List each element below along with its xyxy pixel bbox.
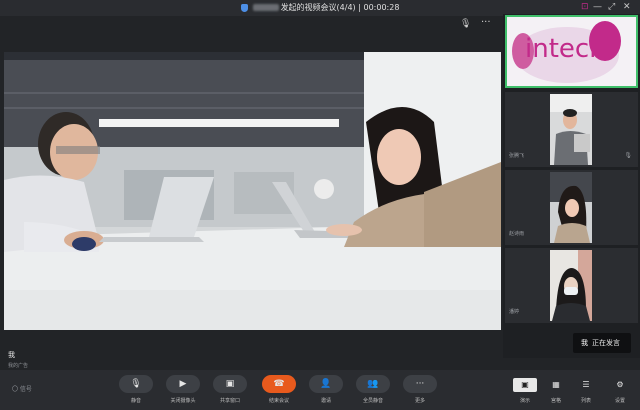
mute-all-label: 全员静音	[362, 398, 383, 404]
participant-name: 潘婷	[509, 309, 520, 315]
mute-button[interactable]: 🎙 静音	[118, 375, 154, 407]
mute-label: 静音	[130, 398, 141, 404]
self-subtitle: 我的广告	[8, 363, 29, 369]
grid-layout-icon: ▦	[552, 380, 560, 389]
camera-off-label: 关闭摄像头	[170, 398, 196, 404]
share-window-label: 共享窗口	[219, 398, 240, 404]
participant-tile[interactable]: 张腾飞 🎙	[505, 92, 638, 167]
more-label: 更多	[414, 398, 425, 404]
end-meeting-label: 结束会议	[268, 398, 289, 404]
logo-text: intech	[525, 34, 606, 64]
meeting-title: 发起的视频会议(4/4) | 00:00:28	[0, 2, 640, 13]
main-video-scene	[4, 52, 501, 330]
participant-name: 赵诗雨	[509, 231, 525, 237]
speaker-name: 我	[581, 339, 588, 347]
participant-video	[550, 172, 592, 243]
share-screen-icon: ▣	[213, 375, 247, 393]
users-icon: 👥	[356, 375, 390, 393]
camera-icon: ▶	[166, 375, 200, 393]
signal-indicator: 〇 信号	[12, 386, 32, 393]
title-separator: |	[358, 3, 361, 12]
self-name: 我	[8, 351, 15, 359]
minimize-icon[interactable]: —	[593, 2, 602, 12]
meeting-timer: 00:00:28	[363, 3, 400, 12]
restore-icon[interactable]: ⤢	[608, 2, 615, 12]
participant-name: 张腾飞	[509, 153, 525, 159]
add-user-icon: 👤	[309, 375, 343, 393]
more-options-icon[interactable]: ···	[481, 17, 491, 28]
mic-icon: 🎙	[624, 152, 632, 159]
microphone-icon: 🎙	[119, 375, 153, 393]
list-view-button[interactable]: ☰ 列表	[572, 378, 600, 406]
pin-icon[interactable]: ⊡	[581, 2, 589, 12]
invite-label: 邀请	[320, 398, 331, 404]
presenter-view-button[interactable]: ▣ 演示	[511, 378, 539, 406]
mic-icon[interactable]: 🎙	[460, 19, 471, 29]
presenter-view-label: 演示	[519, 398, 530, 404]
participant-tile[interactable]: 潘婷	[505, 248, 638, 323]
share-window-button[interactable]: ▣ 共享窗口	[212, 375, 248, 407]
close-icon[interactable]: ✕	[623, 2, 631, 12]
hang-up-icon: ☎	[262, 375, 296, 393]
participant-tile[interactable]: 赵诗雨	[505, 170, 638, 245]
grid-view-label: 宫格	[550, 398, 561, 404]
end-meeting-button[interactable]: ☎ 结束会议	[261, 375, 297, 407]
title-text: 发起的视频会议(4/4)	[280, 3, 356, 12]
ellipsis-icon: ···	[403, 375, 437, 393]
speaking-indicator: 我正在发言	[573, 333, 631, 353]
more-button[interactable]: ··· 更多	[402, 375, 438, 407]
screen-share-thumbnail[interactable]: intech	[505, 15, 638, 88]
redacted-name	[252, 4, 279, 11]
camera-off-button[interactable]: ▶ 关闭摄像头	[165, 375, 201, 407]
list-view-label: 列表	[580, 398, 591, 404]
gear-icon: ⚙	[616, 380, 624, 389]
shield-icon	[240, 3, 248, 12]
presenter-layout-icon: ▣	[513, 378, 537, 392]
list-layout-icon: ☰	[582, 380, 590, 389]
settings-button[interactable]: ⚙ 设置	[606, 378, 634, 406]
speaking-text: 正在发言	[592, 339, 620, 347]
main-video[interactable]	[4, 52, 501, 330]
participant-video	[550, 250, 592, 321]
invite-button[interactable]: 👤 邀请	[308, 375, 344, 407]
participant-panel: intech 张腾飞 🎙 赵诗雨 潘婷	[503, 14, 640, 358]
grid-view-button[interactable]: ▦ 宫格	[542, 378, 570, 406]
meeting-window: 发起的视频会议(4/4) | 00:00:28 ⊡ — ⤢ ✕ 🎙 ··· 我 …	[0, 0, 640, 410]
participant-video	[550, 94, 592, 165]
mute-all-button[interactable]: 👥 全员静音	[355, 375, 391, 407]
settings-label: 设置	[614, 398, 625, 404]
